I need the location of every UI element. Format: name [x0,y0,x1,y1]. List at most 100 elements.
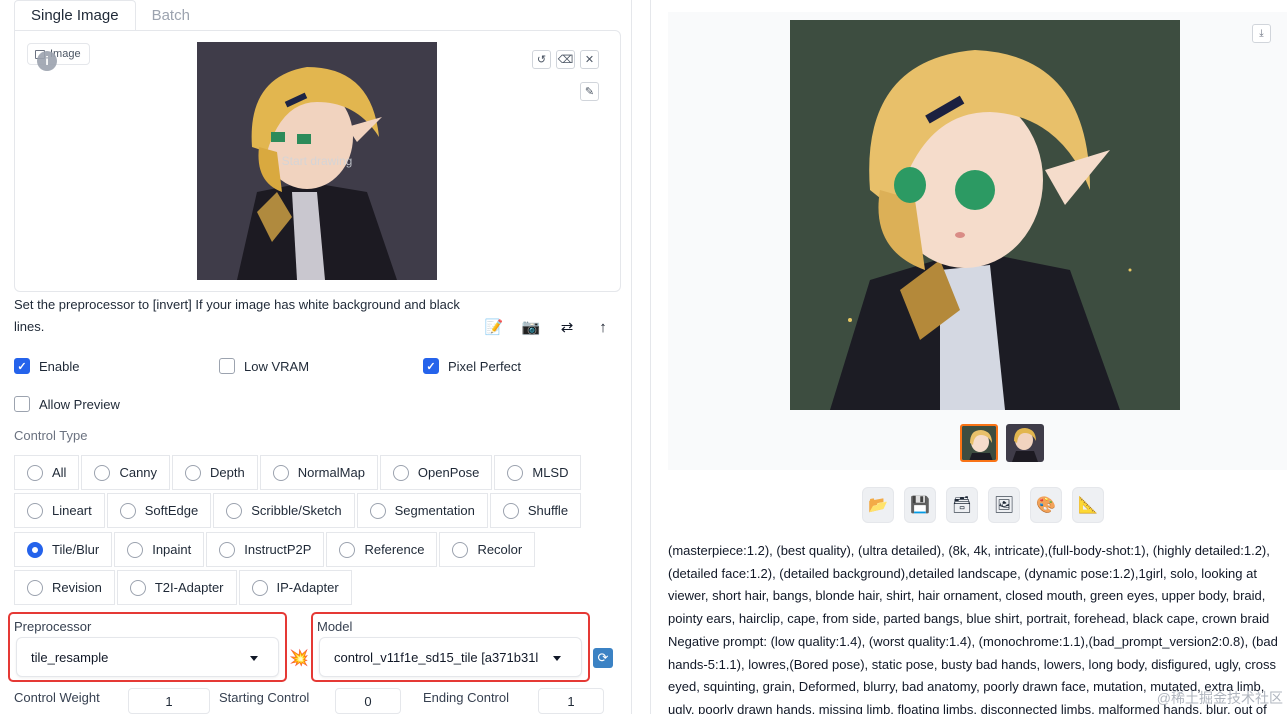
radio-softedge[interactable]: SoftEdge [106,493,212,528]
radio-label: SoftEdge [144,503,199,518]
palette-icon[interactable]: 🎨 [1030,487,1062,523]
radio-scribble-sketch[interactable]: Scribble/Sketch [213,493,355,528]
refresh-icon[interactable]: ⟳ [593,648,613,668]
radio-dot-icon[interactable] [452,541,469,558]
control-type-label: Control Type [14,428,88,443]
low-vram-checkbox[interactable]: Low VRAM [219,358,309,374]
radio-dot-icon[interactable] [127,541,144,558]
model-group: Model control_v11f1e_sd15_tile [a371b31l [311,612,590,682]
download-icon[interactable]: ⤓ [1252,24,1271,43]
enable-checkbox[interactable]: ✓ Enable [14,358,79,374]
radio-dot-icon[interactable] [272,464,289,481]
upload-arrow-icon[interactable]: ↑ [588,314,618,340]
radio-revision[interactable]: Revision [14,570,115,605]
output-thumbnail-2[interactable] [1006,424,1044,462]
control-weight-input[interactable]: 1 [128,688,210,714]
folder-icon[interactable]: 📂 [862,487,894,523]
brush-icon[interactable]: ✎ [580,82,599,101]
radio-depth[interactable]: Depth [172,455,258,490]
info-icon[interactable]: i [37,51,57,71]
close-icon[interactable]: ✕ [580,50,599,69]
radio-label: IP-Adapter [276,580,339,595]
checkbox-icon[interactable] [14,396,30,412]
control-type-row-3: Tile/Blur Inpaint InstructP2P Reference … [14,532,537,567]
edit-icon[interactable]: 📝 [479,314,509,340]
tab-bar: Single Image Batch [14,0,206,31]
eraser-icon[interactable]: ⌫ [556,50,575,69]
preprocessor-value: tile_resample [31,649,109,665]
radio-lineart[interactable]: Lineart [14,493,105,528]
radio-dot-icon[interactable] [27,464,43,481]
radio-dot-icon[interactable] [339,541,356,558]
radio-shuffle[interactable]: Shuffle [489,493,582,528]
ending-control-label: Ending Control [423,690,509,705]
drawing-canvas[interactable]: Start drawing [197,42,437,280]
model-dropdown[interactable]: control_v11f1e_sd15_tile [a371b31l [319,637,582,677]
ending-control-input[interactable]: 1 [538,688,604,714]
radio-recolor[interactable]: Recolor [439,532,536,567]
ruler-icon[interactable]: 📐 [1072,487,1104,523]
control-type-row-4: Revision T2I-Adapter IP-Adapter [14,570,354,605]
enable-label: Enable [39,358,80,374]
radio-dot-icon[interactable] [251,579,268,596]
starting-control-label: Starting Control [219,690,310,705]
radio-all[interactable]: All [14,455,80,490]
tab-single-image[interactable]: Single Image [14,0,136,31]
radio-label: OpenPose [417,465,480,480]
radio-dot-icon[interactable] [392,464,409,481]
image-icon[interactable]: 🖼 [988,487,1020,523]
radio-dot-icon[interactable] [502,502,519,519]
tab-batch[interactable]: Batch [136,0,206,31]
radio-dot-icon[interactable] [27,502,43,519]
allow-preview-checkbox[interactable]: Allow Preview [14,396,120,412]
radio-openpose[interactable]: OpenPose [379,455,493,490]
preprocessor-label: Preprocessor [14,619,92,634]
undo-icon[interactable]: ↺ [532,50,551,69]
radio-dot-icon[interactable] [226,502,243,519]
radio-inpaint[interactable]: Inpaint [114,532,205,567]
swap-icon[interactable]: ⇄ [552,314,582,340]
chevron-down-icon [553,656,561,661]
radio-dot-icon[interactable] [27,579,43,596]
radio-dot-icon[interactable] [119,502,136,519]
radio-dot-icon[interactable] [129,579,146,596]
radio-canny[interactable]: Canny [81,455,171,490]
chevron-down-icon [250,656,258,661]
pixel-perfect-label: Pixel Perfect [448,358,521,374]
generated-image[interactable] [790,20,1180,410]
radio-ip-adapter[interactable]: IP-Adapter [238,570,352,605]
radio-label: MLSD [532,465,569,480]
watermark-text: @稀土掘金技术社区 [1156,690,1283,706]
checkbox-checked-icon[interactable]: ✓ [14,358,30,374]
output-thumbnail-1[interactable] [960,424,998,462]
preprocessor-hint: Set the preprocessor to [invert] If your… [14,297,460,334]
radio-dot-icon[interactable] [219,541,236,558]
radio-normalmap[interactable]: NormalMap [259,455,378,490]
save-icon[interactable]: 💾 [904,487,936,523]
starting-control-input[interactable]: 0 [335,688,401,714]
radio-instructp2p[interactable]: InstructP2P [206,532,325,567]
radio-dot-icon[interactable] [94,464,111,481]
radio-mlsd[interactable]: MLSD [494,455,582,490]
zip-icon[interactable]: 🗃 [946,487,978,523]
radio-label: Depth [210,465,245,480]
radio-dot-icon[interactable] [507,464,524,481]
radio-tile-blur[interactable]: Tile/Blur [14,532,113,567]
radio-segmentation[interactable]: Segmentation [356,493,488,528]
preprocessor-dropdown[interactable]: tile_resample [16,637,279,677]
radio-label: Reference [364,542,425,557]
canvas-hint: Start drawing [281,154,353,168]
radio-t2i-adapter[interactable]: T2I-Adapter [116,570,237,605]
run-preprocessor-icon[interactable]: 💥 [289,648,309,668]
checkbox-icon[interactable] [219,358,235,374]
radio-label: All [52,465,67,480]
model-label: Model [317,619,353,634]
radio-reference[interactable]: Reference [326,532,438,567]
radio-dot-selected-icon[interactable] [27,541,43,558]
pixel-perfect-checkbox[interactable]: ✓ Pixel Perfect [423,358,521,374]
checkbox-checked-icon[interactable]: ✓ [423,358,439,374]
radio-label: Inpaint [152,542,192,557]
camera-icon[interactable]: 📷 [516,314,546,340]
radio-dot-icon[interactable] [185,464,202,481]
radio-dot-icon[interactable] [369,502,386,519]
